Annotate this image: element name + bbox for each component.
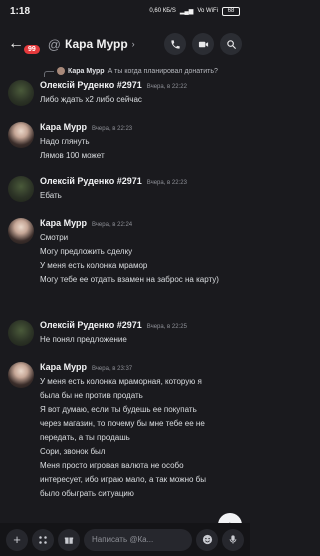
status-indicators: 0,60 КБ/S ▂▄▆ Vo WiFi 68 — [149, 6, 240, 16]
emoji-icon[interactable] — [196, 528, 218, 551]
message-content: У меня есть колонка мраморная, которую я… — [40, 375, 216, 501]
message-header: Кара Мурр Вчера, в 22:23 — [40, 122, 132, 132]
video-icon[interactable] — [192, 33, 214, 55]
message-text: У меня есть колонка мраморная, которую я… — [40, 377, 202, 400]
message-content: Не понял предложение — [40, 333, 242, 347]
plus-icon[interactable]: + — [6, 528, 28, 551]
author-name[interactable]: Кара Мурр — [40, 362, 87, 372]
avatar[interactable] — [8, 320, 34, 346]
unread-badge: 99 — [24, 44, 40, 54]
message-text: Лямов 100 может — [40, 151, 105, 160]
battery-icon: 68 — [222, 6, 240, 16]
author-name[interactable]: Олексій Руденко #2971 — [40, 80, 142, 90]
message-text: Ебать — [40, 191, 62, 200]
timestamp: Вчера, в 22:22 — [146, 84, 187, 90]
battery-level: 68 — [227, 8, 235, 14]
reply-connector — [44, 70, 54, 77]
timestamp: Вчера, в 23:37 — [92, 366, 133, 372]
message-header: Олексій Руденко #2971 Вчера, в 22:25 — [40, 320, 187, 330]
network-speed: 0,60 КБ/S — [149, 8, 176, 14]
message-text: Надо глянуть — [40, 137, 90, 146]
at-sign-icon: @ — [47, 36, 61, 52]
reply-avatar — [57, 67, 65, 75]
avatar[interactable] — [8, 122, 34, 148]
message-list[interactable]: Кара Мурр А ты когда планировал донатить… — [0, 64, 250, 516]
message-text: Смотри — [40, 233, 69, 242]
timestamp: Вчера, в 22:23 — [92, 126, 133, 132]
reply-text: А ты когда планировал донатить? — [107, 67, 218, 75]
avatar[interactable] — [8, 362, 34, 388]
signal-icon: ▂▄▆ — [179, 8, 194, 15]
phone-icon[interactable] — [164, 33, 186, 55]
message-header: Олексій Руденко #2971 Вчера, в 22:22 — [40, 80, 187, 90]
timestamp: Вчера, в 22:24 — [92, 222, 133, 228]
message-content: Ебать — [40, 189, 242, 203]
message-text: Могу предложить сделку — [40, 247, 133, 256]
message-input[interactable] — [84, 528, 192, 551]
message-content: Смотри Могу предложить сделку У меня ест… — [40, 231, 242, 287]
message-text: Не понял предложение — [40, 335, 127, 344]
search-icon[interactable] — [220, 33, 242, 55]
message-text: Могу тебе ее отдать взамен на заброс на … — [40, 275, 219, 284]
message-text: У меня есть колонка мрамор — [40, 261, 148, 270]
channel-title[interactable]: Кара Мурр — [65, 37, 128, 51]
apps-icon[interactable] — [32, 528, 54, 551]
status-time: 1:18 — [10, 5, 31, 17]
network-label: Vo WiFi — [197, 8, 218, 14]
message-text: Сори, звонок был — [40, 447, 106, 456]
author-name[interactable]: Кара Мурр — [40, 218, 87, 228]
status-bar: 1:18 0,60 КБ/S ▂▄▆ Vo WiFi 68 — [0, 0, 250, 22]
message-composer: + — [0, 523, 250, 556]
reply-preview[interactable]: Кара Мурр А ты когда планировал донатить… — [44, 64, 244, 78]
author-name[interactable]: Олексій Руденко #2971 — [40, 320, 142, 330]
timestamp: Вчера, в 22:25 — [146, 324, 187, 330]
chevron-right-icon[interactable]: › — [132, 39, 135, 49]
message-text: Либо ждать х2 либо сейчас — [40, 95, 142, 104]
header-actions — [164, 33, 242, 55]
message-header: Олексій Руденко #2971 Вчера, в 22:23 — [40, 176, 187, 186]
reply-author: Кара Мурр — [68, 67, 105, 75]
message-text: Я вот думаю, если ты будешь ее покупать … — [40, 405, 205, 442]
avatar[interactable] — [8, 176, 34, 202]
channel-header: ← 99 @ Кара Мурр › — [0, 24, 250, 64]
gift-icon[interactable] — [58, 528, 80, 551]
timestamp: Вчера, в 22:23 — [146, 180, 187, 186]
message-text: Меня просто игровая валюта не особо инте… — [40, 461, 207, 498]
author-name[interactable]: Кара Мурр — [40, 122, 87, 132]
author-name[interactable]: Олексій Руденко #2971 — [40, 176, 142, 186]
mic-icon[interactable] — [222, 528, 244, 551]
avatar[interactable] — [8, 80, 34, 106]
message-header: Кара Мурр Вчера, в 23:37 — [40, 362, 132, 372]
message-header: Кара Мурр Вчера, в 22:24 — [40, 218, 132, 228]
message-content: Надо глянуть Лямов 100 может — [40, 135, 242, 163]
message-content: Либо ждать х2 либо сейчас — [40, 93, 242, 107]
avatar[interactable] — [8, 218, 34, 244]
